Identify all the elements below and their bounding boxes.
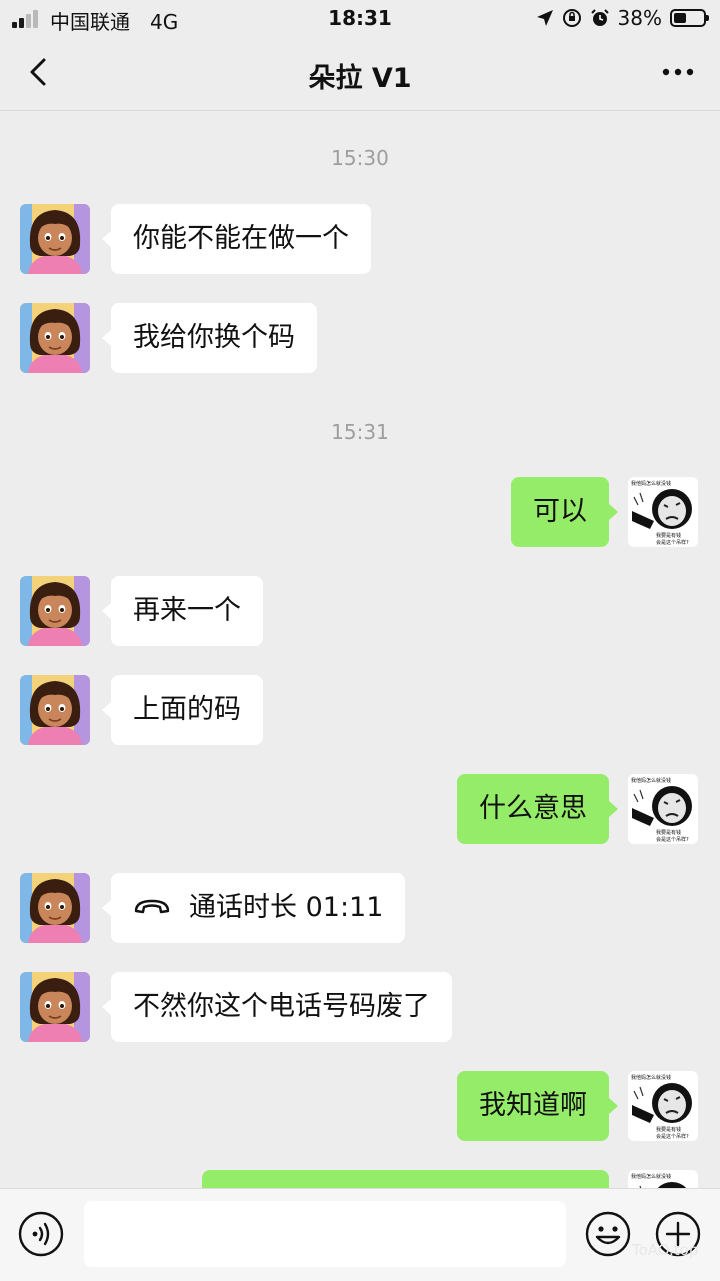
svg-text:我他妈怎么就没钱: 我他妈怎么就没钱	[631, 1074, 671, 1081]
svg-text:会是这个吊样?: 会是这个吊样?	[656, 1133, 689, 1140]
more-options-icon[interactable]	[658, 54, 698, 90]
contact-avatar[interactable]	[20, 675, 90, 745]
call-duration: 通话时长 01:11	[189, 892, 384, 923]
message-bubble[interactable]: 不然你这个电话号码废了	[102, 972, 452, 1042]
svg-text:会是这个吊样?: 会是这个吊样?	[656, 539, 689, 546]
message-bubble[interactable]: 我给你换个码	[102, 303, 317, 373]
battery-percent: 38%	[617, 6, 662, 30]
my-avatar[interactable]: 我他妈怎么就没钱 我要是有钱 会是这个吊样?	[628, 1071, 698, 1141]
sticker-top-text: 我他妈怎么就没钱	[631, 480, 671, 487]
svg-text:我要是有钱: 我要是有钱	[656, 1126, 681, 1133]
timestamp: 15:31	[331, 420, 389, 444]
svg-text:我要是有钱: 我要是有钱	[656, 532, 681, 539]
message-bubble[interactable]: 上面的码	[102, 675, 263, 745]
contact-avatar[interactable]	[20, 972, 90, 1042]
timestamp: 15:30	[331, 146, 389, 170]
watermark: ToAO.top	[632, 1241, 699, 1259]
contact-avatar[interactable]	[20, 576, 90, 646]
call-record-bubble[interactable]: 通话时长 01:11	[101, 873, 406, 943]
battery-icon	[670, 9, 709, 27]
svg-text:会是这个吊样?: 会是这个吊样?	[656, 836, 689, 843]
voice-input-icon[interactable]	[18, 1211, 64, 1257]
message-input[interactable]	[84, 1201, 566, 1267]
svg-text:我要是有钱: 我要是有钱	[656, 829, 681, 836]
message-bubble[interactable]: 你能不能在做一个	[102, 204, 371, 274]
chat-title: 朵拉 V1	[308, 63, 412, 94]
phone-icon	[134, 899, 170, 913]
svg-text:我他妈怎么就没钱: 我他妈怎么就没钱	[631, 1173, 671, 1180]
chat-header: 朵拉 V1	[0, 36, 720, 111]
location-arrow-icon	[536, 10, 553, 26]
status-bar: 中国联通 4G 18:31 38%	[0, 0, 720, 36]
my-avatar[interactable]: 我他妈怎么就没钱 我要是有钱 会是这个吊样?	[628, 477, 698, 547]
message-bubble[interactable]: 再来一个	[102, 576, 263, 646]
back-chevron-icon[interactable]	[22, 54, 58, 90]
message-bubble-outgoing[interactable]: 什么意思	[457, 774, 618, 844]
my-avatar[interactable]: 我他妈怎么就没钱 我要是有钱 会是这个吊样?	[628, 774, 698, 844]
message-bubble-outgoing[interactable]: 可以	[511, 477, 618, 547]
contact-avatar[interactable]	[20, 303, 90, 373]
input-bar: ToAO.top	[0, 1188, 720, 1281]
message-bubble-outgoing[interactable]: 我知道啊	[457, 1071, 618, 1141]
emoji-icon[interactable]	[585, 1211, 631, 1257]
contact-avatar[interactable]	[20, 873, 90, 943]
alarm-icon	[590, 9, 609, 26]
contact-avatar[interactable]	[20, 204, 90, 274]
rotation-lock-icon	[562, 9, 581, 27]
svg-text:我他妈怎么就没钱: 我他妈怎么就没钱	[631, 777, 671, 784]
